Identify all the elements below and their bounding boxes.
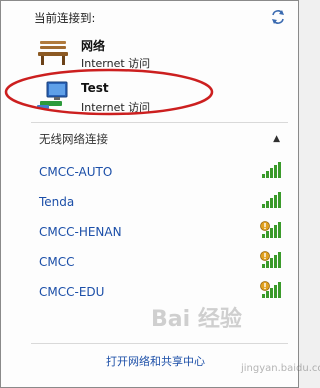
footer-divider — [31, 343, 288, 344]
wireless-section-label: 无线网络连接 — [39, 132, 108, 146]
bench-network-icon — [38, 41, 68, 65]
wifi-network-cmcc-auto[interactable]: CMCC-AUTO — [39, 165, 112, 179]
network-flyout-panel: 当前连接到: 网络 Internet 访问 Test Internet 访问 无… — [0, 0, 320, 388]
connection-name: 网络 — [81, 39, 106, 53]
wifi-network-cmcc[interactable]: CMCC — [39, 255, 75, 269]
secured-signal-icon — [260, 221, 281, 238]
baidu-watermark-url: jingyan.baidu.com — [241, 363, 320, 374]
collapse-chevron-icon[interactable]: ▲ — [273, 134, 280, 144]
open-network-sharing-center-link[interactable]: 打开网络和共享中心 — [106, 353, 205, 369]
red-annotation-circle — [4, 68, 214, 116]
section-divider — [31, 122, 288, 123]
signal-strength-icon — [262, 192, 281, 208]
refresh-icon[interactable] — [270, 9, 286, 25]
wifi-network-cmcc-henan[interactable]: CMCC-HENAN — [39, 225, 122, 239]
wifi-network-cmcc-edu[interactable]: CMCC-EDU — [39, 285, 104, 299]
baidu-watermark: Bai 经验 — [151, 307, 242, 332]
secured-signal-icon — [260, 281, 281, 298]
currently-connected-header: 当前连接到: — [34, 11, 96, 25]
secured-signal-icon — [260, 251, 281, 268]
signal-strength-icon — [262, 162, 281, 178]
wifi-network-tenda[interactable]: Tenda — [39, 195, 74, 209]
